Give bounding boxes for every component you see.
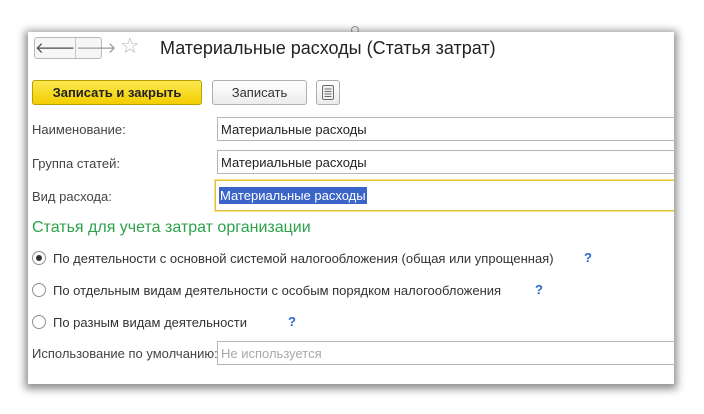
form-window: 🡐 🡒 ☆ Материальные расходы (Статья затра… (28, 32, 674, 384)
radio-button[interactable] (32, 251, 46, 265)
radio-button[interactable] (32, 283, 46, 297)
radio-option-different-activities[interactable]: По разным видам деятельности (32, 313, 247, 331)
group-value: Материальные расходы (221, 155, 367, 170)
back-button[interactable]: 🡐 (35, 38, 77, 58)
expense-type-input[interactable]: Материальные расходы (215, 180, 674, 211)
navigation-group: 🡐 🡒 (34, 37, 116, 59)
arrow-left-icon: 🡐 (35, 39, 76, 57)
arrow-right-icon: 🡒 (76, 39, 117, 57)
radio-button[interactable] (32, 315, 46, 329)
document-report-button[interactable] (316, 80, 340, 105)
radio-option-special-taxation[interactable]: По отдельным видам деятельности с особым… (32, 281, 501, 299)
favorite-star-icon[interactable]: ☆ (120, 35, 140, 57)
group-label: Группа статей: (32, 156, 120, 171)
page-title: Материальные расходы (Статья затрат) (160, 38, 496, 58)
radio-option-label: По деятельности с основной системой нало… (53, 250, 554, 266)
radio-option-label: По отдельным видам деятельности с особым… (53, 282, 502, 298)
radio-option-label: По разным видам деятельности (53, 314, 248, 330)
group-input[interactable]: Материальные расходы (217, 150, 674, 174)
document-list-icon (322, 85, 334, 100)
save-and-close-button[interactable]: Записать и закрыть (32, 80, 202, 105)
radio-selected-dot (36, 255, 42, 261)
forward-button[interactable]: 🡒 (76, 38, 116, 58)
default-use-label: Использование по умолчанию: (32, 346, 218, 361)
radio-option-main-taxation[interactable]: По деятельности с основной системой нало… (32, 249, 554, 267)
name-label: Наименование: (32, 122, 126, 137)
name-value: Материальные расходы (221, 122, 367, 137)
expense-type-label: Вид расхода: (32, 189, 112, 204)
help-icon[interactable]: ? (584, 250, 592, 265)
save-button[interactable]: Записать (212, 80, 307, 105)
section-title: Статья для учета затрат организации (32, 219, 311, 236)
name-input[interactable]: Материальные расходы (217, 117, 674, 141)
expense-type-value: Материальные расходы (219, 187, 367, 204)
help-icon[interactable]: ? (288, 314, 296, 329)
default-use-placeholder: Не используется (221, 346, 322, 361)
help-icon[interactable]: ? (535, 282, 543, 297)
default-use-input[interactable]: Не используется (217, 341, 674, 365)
